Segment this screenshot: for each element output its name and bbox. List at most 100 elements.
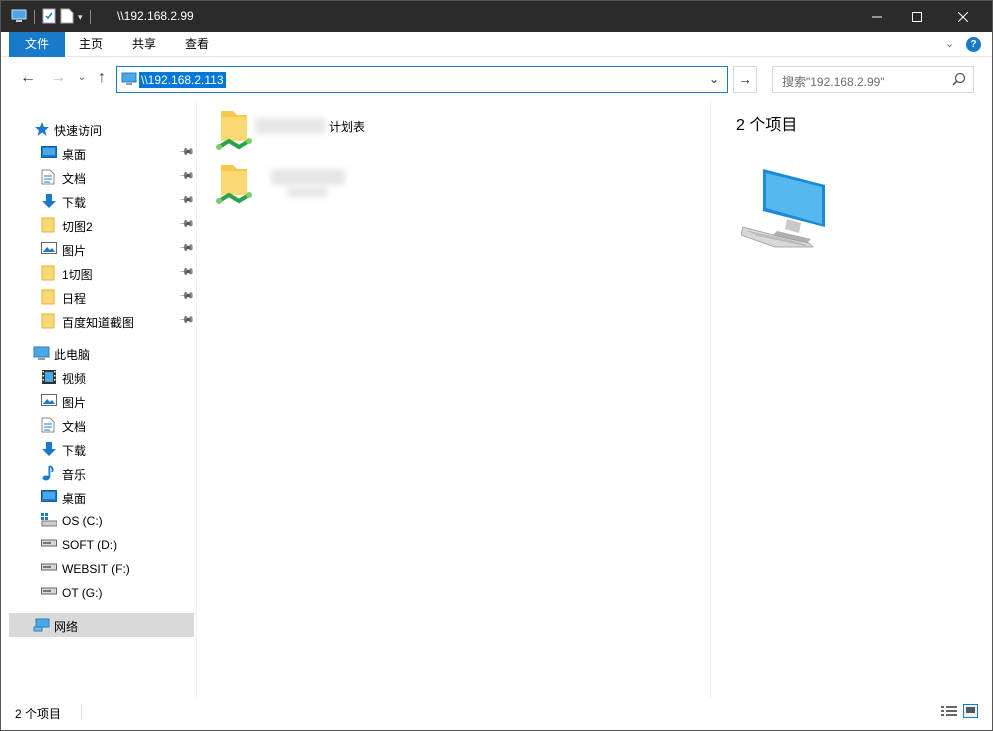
- sidebar-item-os-drive[interactable]: OS (C:): [9, 509, 194, 533]
- tab-view[interactable]: 查看: [173, 32, 221, 57]
- star-icon: [34, 121, 50, 137]
- sidebar-item-desktop[interactable]: 桌面: [9, 485, 194, 509]
- back-button[interactable]: ←: [19, 69, 37, 87]
- sidebar-item-drive[interactable]: OT (G:): [9, 581, 194, 605]
- search-box[interactable]: 搜索"192.168.2.99": [772, 66, 974, 93]
- pin-icon[interactable]: 📌: [178, 216, 195, 233]
- computer-icon: [33, 345, 50, 361]
- sidebar-item-this-pc[interactable]: 此电脑: [9, 341, 194, 365]
- sidebar-item-picture[interactable]: 图片 📌: [9, 237, 195, 261]
- desktop-icon: [41, 489, 57, 505]
- pin-icon[interactable]: 📌: [178, 168, 195, 185]
- redacted-name: [271, 169, 345, 185]
- sidebar-label: 下载: [62, 196, 87, 210]
- sidebar-label: 图片: [62, 244, 87, 258]
- sidebar-label: 视频: [62, 372, 87, 386]
- sidebar-item-drive[interactable]: WEBSIT (F:): [9, 557, 194, 581]
- sidebar-label: SOFT (D:): [62, 538, 118, 552]
- details-view-icon[interactable]: [941, 705, 957, 721]
- drive-icon: [41, 537, 57, 553]
- item-label: 计划表: [329, 120, 366, 134]
- address-dropdown-icon[interactable]: ⌄: [709, 72, 719, 86]
- ribbon-expand-icon[interactable]: ⌄: [945, 37, 954, 50]
- pin-icon[interactable]: 📌: [178, 192, 195, 209]
- sidebar-label: OT (G:): [62, 586, 103, 600]
- picture-icon: [41, 393, 57, 409]
- new-file-icon[interactable]: [60, 8, 74, 27]
- sidebar-label: 日程: [62, 292, 87, 306]
- tab-share[interactable]: 共享: [119, 32, 169, 57]
- sidebar-label: 下载: [62, 444, 87, 458]
- pin-icon[interactable]: 📌: [178, 288, 195, 305]
- shared-folder-item[interactable]: 计划表: [215, 107, 395, 157]
- folder-icon: [41, 265, 57, 281]
- close-button[interactable]: [940, 1, 986, 32]
- sidebar-label: 桌面: [62, 148, 87, 162]
- sidebar-item-picture[interactable]: 图片: [9, 389, 194, 413]
- go-button[interactable]: →: [733, 66, 757, 93]
- download-icon: [41, 193, 57, 209]
- address-path[interactable]: \\192.168.2.113: [139, 72, 226, 88]
- pin-icon[interactable]: 📌: [178, 240, 195, 257]
- redacted-name: [287, 187, 327, 197]
- document-icon: [41, 169, 57, 185]
- sidebar-item-folder[interactable]: 百度知道截图 📌: [9, 309, 195, 333]
- folder-icon: [41, 313, 57, 329]
- shared-folder-icon: [215, 161, 253, 212]
- title-bar: ▾ \\192.168.2.99: [1, 1, 992, 32]
- computer-preview-icon: [740, 167, 827, 254]
- music-icon: [41, 465, 57, 481]
- large-icons-view-icon[interactable]: [963, 704, 978, 721]
- pin-icon[interactable]: 📌: [178, 264, 195, 281]
- sidebar-item-drive[interactable]: SOFT (D:): [9, 533, 194, 557]
- status-bar: 2 个项目: [1, 700, 992, 724]
- sidebar-label: 桌面: [62, 492, 87, 506]
- sidebar-item-music[interactable]: 音乐: [9, 461, 194, 485]
- customize-dropdown-icon[interactable]: ▾: [78, 12, 83, 23]
- desktop-icon: [41, 145, 57, 161]
- video-icon: [41, 369, 57, 385]
- sidebar-item-quick-access[interactable]: 快速访问: [9, 117, 194, 141]
- status-item-count: 2 个项目: [15, 707, 62, 721]
- help-icon[interactable]: ?: [966, 37, 981, 52]
- sidebar-item-document[interactable]: 文档: [9, 413, 194, 437]
- redacted-name: [255, 118, 325, 134]
- folder-icon: [41, 217, 57, 233]
- computer-icon[interactable]: [11, 9, 27, 26]
- up-button[interactable]: ↑: [93, 69, 111, 87]
- sidebar-label: 切图2: [62, 220, 93, 234]
- folder-icon: [41, 289, 57, 305]
- download-icon: [41, 441, 57, 457]
- sidebar-item-folder[interactable]: 1切图 📌: [9, 261, 195, 285]
- forward-button[interactable]: →: [49, 69, 67, 87]
- pin-icon[interactable]: 📌: [178, 312, 195, 329]
- search-icon[interactable]: [952, 72, 966, 89]
- explorer-window: ▾ \\192.168.2.99 文件 主页 共享 查看 ⌄ ? ← → ⌄ ↑: [0, 0, 993, 731]
- sidebar-item-network[interactable]: 网络: [9, 613, 194, 637]
- shared-folder-item[interactable]: [215, 161, 395, 211]
- sidebar-item-folder[interactable]: 日程 📌: [9, 285, 195, 309]
- tab-home[interactable]: 主页: [67, 32, 115, 57]
- tab-file[interactable]: 文件: [9, 32, 65, 57]
- sidebar-label: 图片: [62, 396, 87, 410]
- sidebar-label: 百度知道截图: [62, 316, 135, 330]
- sidebar-item-video[interactable]: 视频: [9, 365, 194, 389]
- shared-folder-icon: [215, 107, 253, 158]
- sidebar-item-desktop[interactable]: 桌面 📌: [9, 141, 195, 165]
- network-computer-icon: [121, 72, 137, 89]
- sidebar-label: 网络: [54, 620, 79, 634]
- properties-icon[interactable]: [42, 8, 56, 27]
- navigation-bar: ← → ⌄ ↑ \\192.168.2.113 ⌄ → 搜索"192.168.2…: [1, 57, 992, 101]
- maximize-button[interactable]: [894, 1, 940, 32]
- address-bar[interactable]: \\192.168.2.113 ⌄: [116, 66, 728, 93]
- sidebar-label: WEBSIT (F:): [62, 562, 130, 576]
- sidebar-item-document[interactable]: 文档 📌: [9, 165, 195, 189]
- navigation-pane: 快速访问 桌面 📌 文档 📌 下载 📌 切图2 📌 图片 📌 1切图 📌 日程 📌 百度知道截图 📌 此电脑 …: [9, 101, 197, 698]
- sidebar-item-folder[interactable]: 切图2 📌: [9, 213, 195, 237]
- pin-icon[interactable]: 📌: [178, 144, 195, 161]
- window-title: \\192.168.2.99: [117, 9, 194, 23]
- sidebar-item-download[interactable]: 下载 📌: [9, 189, 195, 213]
- recent-locations-icon[interactable]: ⌄: [73, 69, 91, 87]
- sidebar-item-download[interactable]: 下载: [9, 437, 194, 461]
- sidebar-label: 快速访问: [54, 124, 103, 138]
